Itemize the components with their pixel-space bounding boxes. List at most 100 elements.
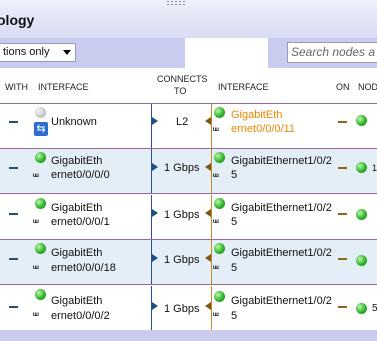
link-line-remote xyxy=(211,149,212,193)
status-green-icon xyxy=(214,291,225,302)
filter-select[interactable]: tions only xyxy=(0,43,76,62)
status-green-icon xyxy=(356,209,367,220)
local-interface-1: GigabitEth xyxy=(51,202,103,214)
switch-icon: ⇆ xyxy=(34,122,48,136)
arrow-right-icon xyxy=(152,209,158,217)
port-icon xyxy=(213,125,228,135)
remote-interface-1[interactable]: GigabitEthernet1/0/2 xyxy=(231,202,332,215)
port-icon xyxy=(33,171,48,181)
arrow-left-icon xyxy=(205,163,211,171)
local-interface-2: ernet0/0/0/18 xyxy=(51,262,116,274)
table-header: WITH INTERFACE CONNECTS TO INTERFACE ON … xyxy=(0,69,377,104)
remote-interface-2[interactable]: 5 xyxy=(231,169,237,182)
local-interface-1: GigabitEth xyxy=(51,247,103,259)
remote-interface-2[interactable]: 5 xyxy=(231,216,237,229)
status-green-icon xyxy=(214,107,225,118)
table-row[interactable]: GigabitEth ernet0/0/0/1 1 Gbps GigabitEt… xyxy=(0,195,377,240)
toolbar-blank-field xyxy=(185,38,268,69)
col-on[interactable]: ON xyxy=(336,82,350,92)
panel-footer xyxy=(0,330,377,341)
arrow-left-icon xyxy=(205,302,211,310)
node-value: 5 xyxy=(372,303,377,314)
dash-icon xyxy=(9,213,18,215)
link-line-remote xyxy=(211,286,212,330)
search-input[interactable]: Search nodes a xyxy=(287,42,377,63)
status-green-icon xyxy=(35,243,46,254)
link-line xyxy=(151,240,152,284)
table-row[interactable]: GigabitEth ernet0/0/0/18 1 Gbps GigabitE… xyxy=(0,240,377,285)
col-with[interactable]: WITH xyxy=(5,82,28,92)
resize-grip-icon[interactable] xyxy=(166,0,186,7)
link-line xyxy=(151,104,152,148)
dash-icon xyxy=(9,121,18,123)
port-icon xyxy=(213,217,228,227)
status-green-icon xyxy=(356,303,367,314)
status-green-icon xyxy=(356,255,367,266)
remote-interface-2[interactable]: 5 xyxy=(231,310,237,323)
link-speed: 1 Gbps xyxy=(164,303,200,315)
col-interface-local[interactable]: INTERFACE xyxy=(38,82,89,92)
arrow-right-icon xyxy=(152,302,158,310)
port-icon xyxy=(213,263,228,273)
link-speed: L2 xyxy=(176,116,189,128)
dash-icon xyxy=(9,306,18,308)
dash-icon xyxy=(338,306,347,308)
remote-interface-2[interactable]: 5 xyxy=(231,262,237,275)
status-green-icon xyxy=(356,162,367,173)
status-green-icon xyxy=(35,198,46,209)
link-line-remote xyxy=(211,195,212,239)
table-row[interactable]: GigabitEth ernet0/0/0/0 1 Gbps GigabitEt… xyxy=(0,149,377,194)
port-icon xyxy=(213,310,228,320)
col-interface-remote[interactable]: INTERFACE xyxy=(218,82,269,92)
table-row[interactable]: GigabitEth ernet0/0/0/2 1 Gbps GigabitEt… xyxy=(0,286,377,331)
dash-icon xyxy=(9,167,18,169)
local-interface-2: ernet0/0/0/1 xyxy=(51,216,110,228)
remote-interface-1[interactable]: GigabitEthernet1/0/2 xyxy=(231,155,332,168)
remote-interface-2[interactable]: ernet0/0/0/11 xyxy=(231,123,295,136)
status-green-icon xyxy=(214,198,225,209)
dash-icon xyxy=(338,167,347,169)
remote-interface-1[interactable]: GigabitEthernet1/0/2 xyxy=(231,247,332,260)
node-value: 1 xyxy=(372,163,377,173)
arrow-right-icon xyxy=(152,163,158,171)
chevron-down-icon xyxy=(63,50,71,55)
arrow-left-icon xyxy=(205,254,211,262)
local-interface-2: ernet0/0/0/2 xyxy=(51,310,110,322)
dash-icon xyxy=(338,213,347,215)
link-line-remote xyxy=(211,104,212,148)
col-connects-line2: TO xyxy=(174,86,187,96)
remote-interface-1[interactable]: GigabitEth xyxy=(231,109,282,122)
status-green-icon xyxy=(356,115,367,126)
local-interface-1: GigabitEth xyxy=(51,155,103,167)
link-line-remote xyxy=(211,240,212,284)
status-green-icon xyxy=(214,152,225,163)
panel-titlebar xyxy=(0,0,377,38)
status-green-icon xyxy=(35,152,46,163)
port-icon xyxy=(213,171,228,181)
panel-title: ology xyxy=(0,12,35,28)
status-green-icon xyxy=(214,243,225,254)
arrow-right-icon xyxy=(152,254,158,262)
link-line xyxy=(151,149,152,193)
port-icon xyxy=(33,263,48,273)
link-speed: 1 Gbps xyxy=(164,254,200,266)
link-speed: 1 Gbps xyxy=(164,162,200,174)
port-icon xyxy=(33,217,48,227)
arrow-left-icon xyxy=(205,117,211,125)
col-node[interactable]: NOD xyxy=(358,82,377,92)
dash-icon xyxy=(9,258,18,260)
status-green-icon xyxy=(35,289,46,300)
remote-interface-1[interactable]: GigabitEthernet1/0/2 xyxy=(231,295,332,308)
filter-select-value: tions only xyxy=(3,46,50,58)
link-line xyxy=(151,195,152,239)
local-interface-2: ernet0/0/0/0 xyxy=(51,169,110,181)
local-interface: Unknown xyxy=(51,116,97,128)
arrow-left-icon xyxy=(205,209,211,217)
local-interface-1: GigabitEth xyxy=(51,295,103,307)
port-icon xyxy=(33,310,48,320)
col-connects-line1[interactable]: CONNECTS xyxy=(157,74,208,84)
status-grey-icon xyxy=(35,107,46,118)
link-speed: 1 Gbps xyxy=(164,209,200,221)
dash-icon xyxy=(338,121,347,123)
table-row[interactable]: ⇆ Unknown L2 GigabitEth ernet0/0/0/11 xyxy=(0,104,377,149)
